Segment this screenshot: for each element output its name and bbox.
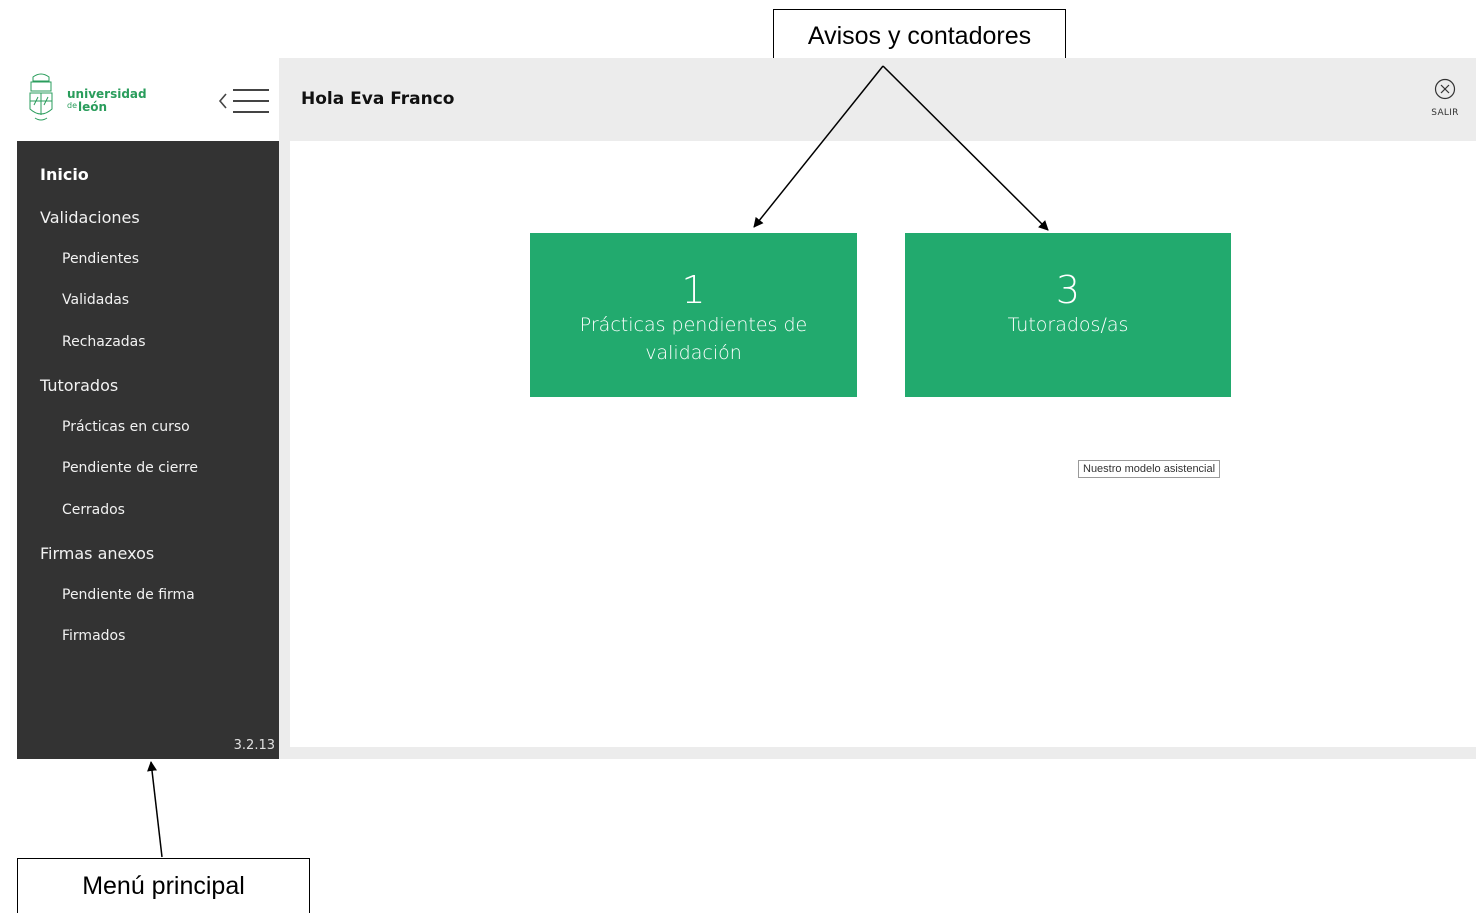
logout-button[interactable]: SALIR — [1420, 78, 1470, 118]
hamburger-collapse-icon[interactable] — [217, 86, 273, 116]
app-version: 3.2.13 — [233, 738, 275, 753]
callout-menu-text: Menú principal — [82, 872, 245, 900]
logo-line1: universidad — [67, 87, 147, 101]
university-logo: universidad deleón — [67, 88, 147, 113]
sidebar-item-pendiente-de-firma[interactable]: Pendiente de firma — [62, 587, 324, 603]
sidebar-item-tutorados[interactable]: Tutorados — [40, 376, 302, 395]
top-header: Hola Eva Franco SALIR — [279, 58, 1476, 141]
main-menu-sidebar: universidad deleón Inicio Validaciones P… — [17, 58, 279, 759]
card-count: 1 — [681, 268, 706, 312]
close-circle-icon — [1434, 78, 1456, 100]
logout-label: SALIR — [1431, 108, 1459, 118]
sidebar-item-rechazadas[interactable]: Rechazadas — [62, 334, 324, 350]
logo-line2-main: león — [78, 100, 108, 114]
sidebar-item-validadas[interactable]: Validadas — [62, 292, 324, 308]
arrow-to-menu — [147, 761, 163, 858]
sidebar-item-pendiente-de-cierre[interactable]: Pendiente de cierre — [62, 460, 324, 476]
sidebar-item-pendientes[interactable]: Pendientes — [62, 251, 324, 267]
main-content: 1 Prácticas pendientes de validación 3 T… — [290, 141, 1476, 747]
logo-line2: deleón — [67, 100, 147, 113]
card-practicas-pendientes[interactable]: 1 Prácticas pendientes de validación — [530, 233, 857, 397]
page-greeting: Hola Eva Franco — [301, 89, 455, 109]
sidebar-item-inicio[interactable]: Inicio — [40, 165, 302, 184]
callout-menu-principal: Menú principal — [17, 858, 310, 913]
card-label: Tutorados/as — [1007, 314, 1129, 336]
card-count: 3 — [1055, 268, 1081, 312]
sidebar-item-validaciones[interactable]: Validaciones — [40, 208, 302, 227]
sidebar-item-cerrados[interactable]: Cerrados — [62, 502, 324, 518]
card-tutorados[interactable]: 3 Tutorados/as — [905, 233, 1231, 397]
logo-line2-prefix: de — [67, 101, 77, 110]
callout-avisos-contadores: Avisos y contadores — [773, 9, 1066, 64]
tooltip: Nuestro modelo asistencial — [1078, 460, 1221, 478]
sidebar-item-firmados[interactable]: Firmados — [62, 628, 324, 644]
callout-avisos-text: Avisos y contadores — [807, 22, 1032, 50]
app-window: universidad deleón Inicio Validaciones P… — [17, 58, 1476, 759]
logo-bar: universidad deleón — [17, 58, 279, 141]
university-crest-icon — [29, 73, 53, 121]
sidebar-item-firmas-anexos[interactable]: Firmas anexos — [40, 544, 302, 563]
sidebar-item-practicas-en-curso[interactable]: Prácticas en curso — [62, 419, 324, 435]
card-label: Prácticas pendientes de validación — [579, 314, 808, 364]
